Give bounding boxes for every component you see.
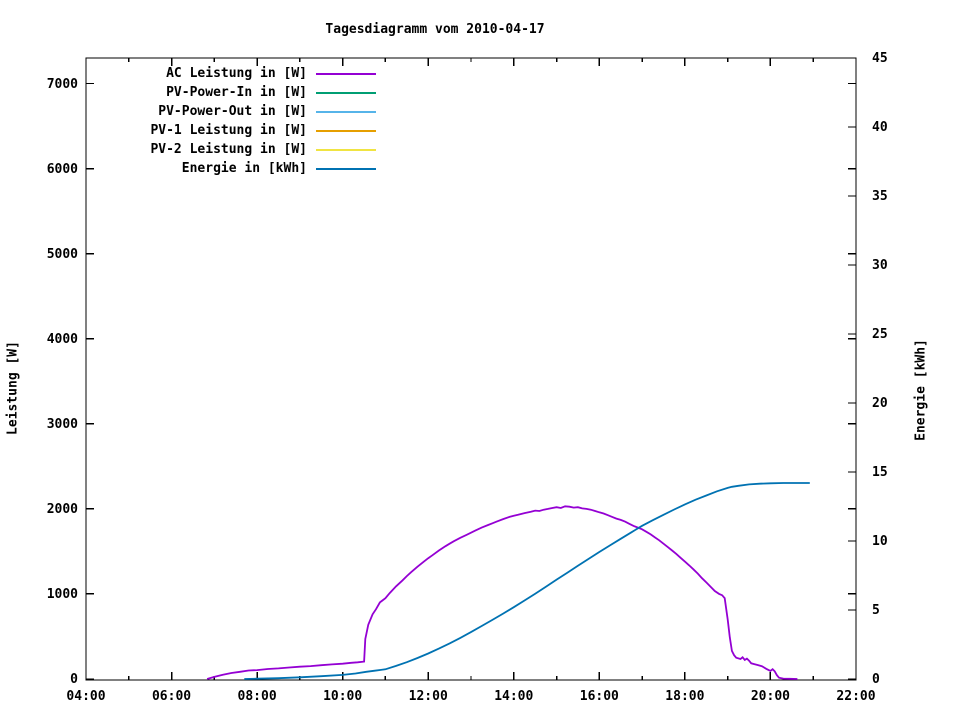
legend-line-sample <box>316 110 376 113</box>
x-tick-label: 06:00 <box>151 689 192 704</box>
y-right-tick-label: 25 <box>872 327 888 342</box>
y-right-tick-label: 20 <box>872 396 888 411</box>
legend-row: AC Leistung in [W] <box>90 64 376 83</box>
y-left-tick-label: 2000 <box>46 501 78 517</box>
legend-line-sample <box>316 148 376 151</box>
series-curve-ac-leistung-in-w <box>206 505 798 680</box>
legend-label: PV-Power-Out in [W] <box>158 104 307 119</box>
y-right-tick-label: 10 <box>872 534 888 549</box>
y-left-tick-label: 3000 <box>46 416 78 432</box>
legend-line-sample <box>316 129 376 132</box>
x-tick-label: 04:00 <box>66 689 106 704</box>
legend-line-sample <box>316 167 376 170</box>
y-right-tick-label: 15 <box>872 465 888 480</box>
y-left-tick-label: 6000 <box>46 161 78 177</box>
y-right-tick-label: 35 <box>872 189 888 204</box>
x-tick-label: 22:00 <box>836 689 876 704</box>
x-tick-label: 12:00 <box>408 689 448 704</box>
chart-title: Tagesdiagramm vom 2010-04-17 <box>325 22 545 37</box>
x-tick-label: 16:00 <box>579 689 619 704</box>
y-right-tick-label: 30 <box>872 258 888 273</box>
y-left-tick-label: 5000 <box>46 246 78 262</box>
legend-row: PV-2 Leistung in [W] <box>90 140 376 159</box>
y-right-tick-label: 5 <box>872 603 880 618</box>
x-tick-label: 20:00 <box>750 689 790 704</box>
y-left-tick-label: 4000 <box>46 331 78 347</box>
legend: AC Leistung in [W] PV-Power-In in [W] PV-P… <box>90 64 376 178</box>
x-tick-label: 18:00 <box>665 689 705 704</box>
x-tick-label: 14:00 <box>494 689 534 704</box>
legend-label: PV-1 Leistung in [W] <box>150 123 307 138</box>
legend-line-sample <box>316 91 376 94</box>
legend-label: PV-2 Leistung in [W] <box>150 142 307 157</box>
day-diagram-chart: Tagesdiagramm vom 2010-04-17 Leistung [W… <box>0 0 960 720</box>
y-right-tick-label: 0 <box>872 672 880 687</box>
x-tick-label: 10:00 <box>323 689 363 704</box>
legend-row: PV-1 Leistung in [W] <box>90 121 376 140</box>
y-right-tick-label: 40 <box>872 120 888 135</box>
y-right-tick-label: 45 <box>872 51 888 66</box>
legend-row: Energie in [kWh] <box>90 159 376 178</box>
x-tick-label: 08:00 <box>237 689 277 704</box>
legend-label: AC Leistung in [W] <box>166 66 307 81</box>
legend-label: PV-Power-In in [W] <box>166 85 307 100</box>
legend-line-sample <box>316 72 376 75</box>
y-left-tick-label: 0 <box>70 672 78 687</box>
legend-row: PV-Power-Out in [W] <box>90 102 376 121</box>
y-left-tick-label: 1000 <box>46 586 78 602</box>
legend-row: PV-Power-In in [W] <box>90 83 376 102</box>
legend-label: Energie in [kWh] <box>181 161 307 176</box>
y-right-axis-label: Energie [kWh] <box>913 339 929 441</box>
y-left-tick-label: 7000 <box>46 76 78 92</box>
